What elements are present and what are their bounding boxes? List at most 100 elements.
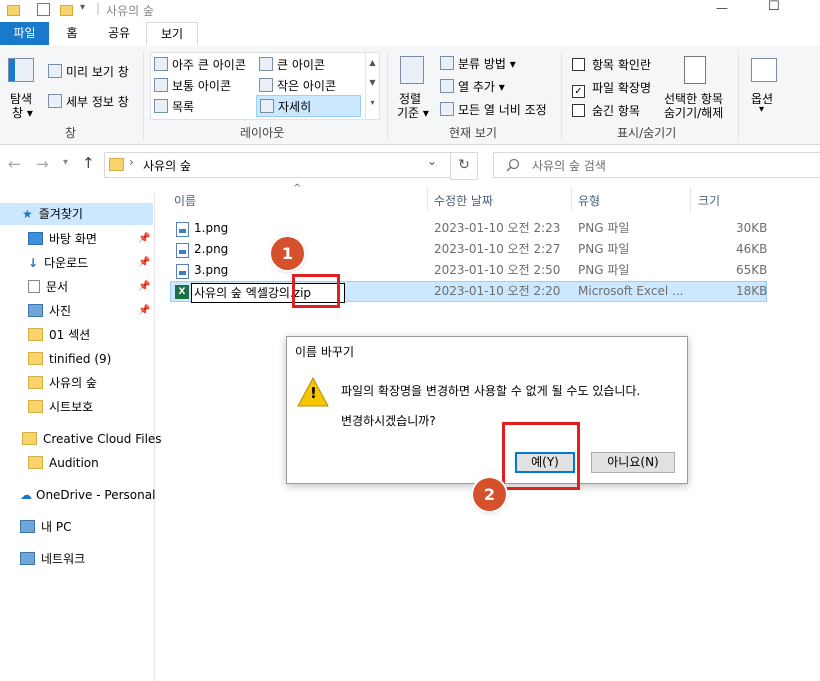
preview-pane-button[interactable]: 미리 보기 창 bbox=[48, 63, 129, 80]
nav-item-network[interactable]: 네트워크 bbox=[20, 548, 85, 570]
folder-icon bbox=[28, 456, 43, 469]
folder-icon bbox=[7, 5, 20, 16]
hide-selected-button-line2[interactable]: 숨기기/해제 bbox=[664, 104, 723, 121]
quick-access-dropdown-icon[interactable]: ▾ bbox=[80, 2, 85, 13]
computer-icon bbox=[20, 520, 35, 533]
refresh-button[interactable]: ↻ bbox=[450, 152, 478, 180]
hidden-items-checkbox[interactable] bbox=[572, 104, 585, 117]
add-columns-label: 열 추가 ▾ bbox=[458, 80, 505, 94]
properties-icon[interactable] bbox=[37, 3, 50, 16]
column-header-type[interactable]: 유형 bbox=[578, 190, 600, 212]
column-divider[interactable] bbox=[427, 187, 428, 211]
address-dropdown-icon[interactable]: ⌄ bbox=[427, 154, 437, 168]
ribbon-divider bbox=[387, 52, 388, 140]
add-columns-button[interactable]: 열 추가 ▾ bbox=[440, 78, 505, 95]
nav-item-label: 사진 bbox=[49, 304, 72, 318]
nav-item-label: OneDrive - Personal bbox=[36, 488, 156, 502]
nav-item-downloads[interactable]: ↓ 다운로드 bbox=[28, 252, 88, 274]
group-by-button[interactable]: 분류 방법 ▾ bbox=[440, 55, 516, 72]
minimize-button[interactable]: — bbox=[716, 1, 728, 15]
breadcrumb-current[interactable]: 사유의 숲 bbox=[143, 157, 191, 174]
file-extensions-toggle[interactable]: ✓ 파일 확장명 bbox=[572, 79, 651, 98]
nav-item-label: 바탕 화면 bbox=[49, 232, 97, 246]
tab-file[interactable]: 파일 bbox=[0, 22, 49, 45]
layout-scroll[interactable]: ▲ ▼ ▾ bbox=[365, 53, 379, 119]
ribbon-tabs: 파일 홈 공유 보기 bbox=[0, 22, 820, 48]
ribbon-divider bbox=[143, 52, 144, 140]
title-separator: | bbox=[96, 1, 101, 15]
hidden-items-toggle[interactable]: 숨긴 항목 bbox=[572, 102, 640, 119]
breadcrumb-chevron-icon[interactable]: › bbox=[129, 155, 134, 169]
new-folder-icon[interactable] bbox=[60, 5, 73, 16]
list-icon bbox=[154, 99, 168, 113]
nav-item-label: 시트보호 bbox=[49, 400, 94, 414]
file-size: 18KB bbox=[736, 284, 768, 298]
nav-item-documents[interactable]: 문서 bbox=[28, 276, 68, 298]
up-button[interactable]: ↑ bbox=[82, 154, 95, 172]
folder-icon bbox=[28, 376, 43, 389]
options-icon bbox=[751, 58, 777, 82]
nav-item-this-pc[interactable]: 내 PC bbox=[20, 516, 71, 538]
nav-item-onedrive[interactable]: ☁ OneDrive - Personal bbox=[20, 484, 155, 506]
group-by-label: 분류 방법 ▾ bbox=[458, 57, 516, 71]
nav-item-audition[interactable]: Audition bbox=[28, 452, 99, 474]
item-checkboxes-toggle[interactable]: 항목 확인란 bbox=[572, 56, 651, 73]
options-dropdown-icon[interactable]: ▾ bbox=[759, 104, 764, 115]
nav-item-folder[interactable]: tinified (9) bbox=[28, 348, 111, 370]
file-size: 30KB bbox=[736, 221, 768, 235]
nav-item-desktop[interactable]: 바탕 화면 bbox=[28, 228, 97, 250]
folder-icon bbox=[28, 400, 43, 413]
layout-label: 목록 bbox=[172, 100, 195, 114]
layout-small-icons[interactable]: 작은 아이콘 bbox=[259, 77, 336, 94]
file-row[interactable]: 3.png 2023-01-10 오전 2:50 PNG 파일 65KB bbox=[170, 260, 767, 281]
layout-label: 작은 아이콘 bbox=[277, 79, 337, 93]
nav-item-label: 사유의 숲 bbox=[49, 376, 97, 390]
nav-item-folder[interactable]: 시트보호 bbox=[28, 396, 93, 418]
add-columns-icon bbox=[440, 79, 454, 93]
layout-label: 보통 아이콘 bbox=[172, 79, 232, 93]
layout-large-icons[interactable]: 큰 아이콘 bbox=[259, 56, 325, 73]
tab-home[interactable]: 홈 bbox=[55, 22, 89, 45]
file-row[interactable]: 2.png 2023-01-10 오전 2:27 PNG 파일 46KB bbox=[170, 239, 767, 260]
item-checkboxes-checkbox[interactable] bbox=[572, 58, 585, 71]
large-icons-icon bbox=[259, 57, 273, 71]
back-button[interactable]: ← bbox=[8, 155, 21, 173]
nav-item-folder[interactable]: 01 섹션 bbox=[28, 324, 90, 346]
file-row-selected[interactable]: X 사유의 숲 엑셀강의.zip 2023-01-10 오전 2:20 Micr… bbox=[170, 281, 768, 303]
layout-extra-large-icons[interactable]: 아주 큰 아이콘 bbox=[154, 56, 246, 73]
star-icon: ★ bbox=[22, 207, 33, 221]
layout-details[interactable]: 자세히 bbox=[256, 95, 361, 117]
sort-by-button-line2[interactable]: 기준 ▾ bbox=[397, 104, 429, 121]
navigation-pane-button-line2[interactable]: 창 ▾ bbox=[12, 104, 33, 121]
layout-list[interactable]: 목록 bbox=[154, 98, 194, 115]
column-divider[interactable] bbox=[571, 187, 572, 211]
search-box[interactable]: 사유의 숲 검색 bbox=[493, 152, 820, 178]
sort-ascending-icon: ^ bbox=[293, 183, 302, 194]
nav-item-folder[interactable]: 사유의 숲 bbox=[28, 372, 97, 394]
quick-access[interactable]: ★ 즐겨찾기 bbox=[0, 203, 153, 225]
ribbon-divider bbox=[738, 52, 739, 140]
address-bar[interactable]: › 사유의 숲 ⌄ bbox=[104, 152, 451, 178]
nav-item-pictures[interactable]: 사진 bbox=[28, 300, 71, 322]
size-all-columns-button[interactable]: 모든 열 너비 조정 bbox=[440, 101, 547, 118]
column-header-name[interactable]: 이름 bbox=[174, 190, 196, 212]
file-row[interactable]: 1.png 2023-01-10 오전 2:23 PNG 파일 30KB bbox=[170, 218, 767, 239]
desktop-icon bbox=[28, 232, 43, 245]
details-pane-icon bbox=[48, 94, 62, 108]
layout-medium-icons[interactable]: 보통 아이콘 bbox=[154, 77, 231, 94]
recent-locations-button[interactable]: ▾ bbox=[63, 157, 68, 168]
file-extensions-checkbox[interactable]: ✓ bbox=[572, 85, 585, 98]
tab-share[interactable]: 공유 bbox=[100, 22, 138, 45]
column-header-date[interactable]: 수정한 날짜 bbox=[434, 190, 493, 212]
details-pane-button[interactable]: 세부 정보 창 bbox=[48, 93, 129, 110]
details-pane-label: 세부 정보 창 bbox=[66, 95, 129, 109]
tab-view[interactable]: 보기 bbox=[146, 22, 198, 48]
dialog-question: 변경하시겠습니까? bbox=[341, 414, 436, 428]
forward-button[interactable]: → bbox=[36, 155, 49, 173]
nav-item-label: tinified (9) bbox=[49, 352, 112, 366]
no-button[interactable]: 아니요(N) bbox=[591, 452, 675, 473]
column-header-size[interactable]: 크기 bbox=[698, 190, 720, 212]
maximize-button[interactable]: ☐ bbox=[768, 0, 780, 14]
column-divider[interactable] bbox=[690, 187, 691, 211]
nav-item-creative-cloud[interactable]: Creative Cloud Files bbox=[22, 428, 162, 450]
